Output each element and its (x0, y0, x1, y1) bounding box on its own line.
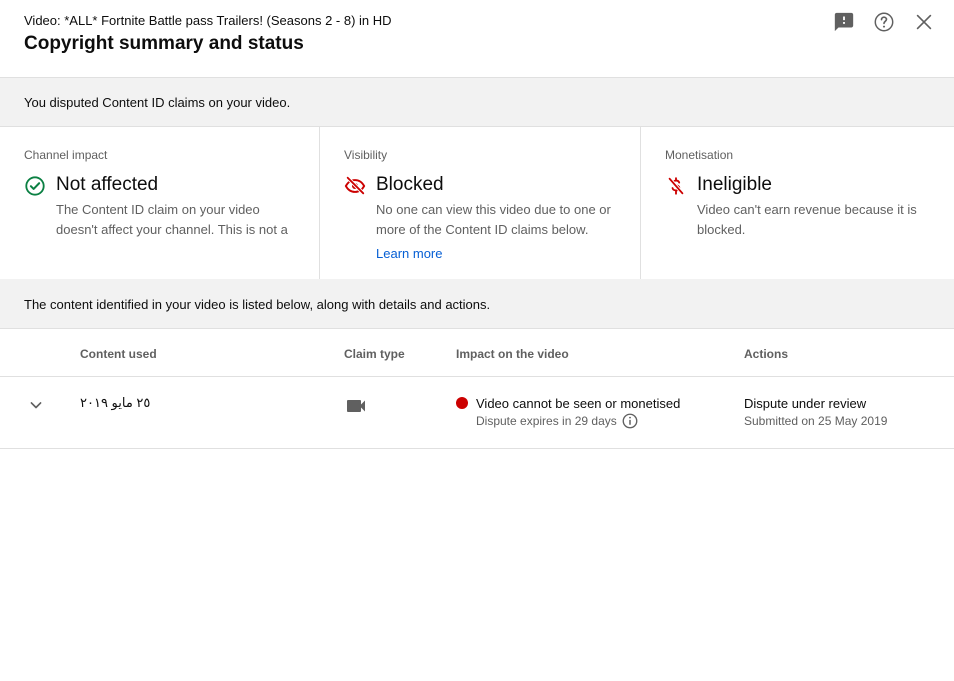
column-claim-type: Claim type (344, 347, 405, 361)
video-title: Video: *ALL* Fortnite Battle pass Traile… (24, 13, 392, 28)
impact-subtext: Dispute expires in 29 days (476, 414, 617, 428)
content-used-value: ٢٥ مايو ٢٠١٩ (80, 395, 151, 410)
dispute-banner: You disputed Content ID claims on your v… (0, 78, 954, 127)
card-label: Visibility (344, 148, 388, 162)
card-description: The Content ID claim on your video doesn… (56, 202, 288, 237)
impact-status-dot (456, 397, 468, 409)
dispute-banner-text: You disputed Content ID claims on your v… (24, 95, 291, 110)
card-description: No one can view this video due to one or… (376, 202, 611, 237)
content-banner-text: The content identified in your video is … (24, 297, 491, 312)
money-off-icon (665, 175, 687, 197)
column-actions: Actions (744, 347, 789, 361)
impact-text: Video cannot be seen or monetised (476, 396, 681, 411)
content-banner: The content identified in your video is … (0, 279, 954, 329)
feedback-icon[interactable] (833, 11, 855, 33)
action-status: Dispute under review (744, 396, 867, 411)
card-status: Blocked (376, 174, 444, 195)
check-circle-icon (24, 175, 46, 197)
card-status: Not affected (56, 174, 159, 195)
card-label: Channel impact (24, 148, 108, 162)
close-icon[interactable] (913, 11, 935, 33)
claims-table-header: Content used Claim type Impact on the vi… (0, 329, 954, 377)
card-visibility: Visibility Blocked No one can view this … (320, 127, 641, 279)
column-impact: Impact on the video (456, 347, 569, 361)
info-icon[interactable] (621, 412, 639, 430)
column-content-used: Content used (80, 347, 157, 361)
card-monetisation: Monetisation Ineligible Video can't earn… (641, 127, 954, 279)
card-channel-impact: Channel impact Not affected The Content … (0, 127, 320, 279)
card-status: Ineligible (697, 174, 772, 195)
card-description: Video can't earn revenue because it is b… (697, 202, 917, 237)
card-label: Monetisation (665, 148, 734, 162)
impact-cards: Channel impact Not affected The Content … (0, 127, 954, 279)
action-subtext: Submitted on 25 May 2019 (744, 414, 888, 428)
table-row: ٢٥ مايو ٢٠١٩ Video cannot be seen or mon… (0, 377, 954, 449)
eye-off-icon (344, 175, 366, 197)
learn-more-link[interactable]: Learn more (376, 246, 442, 261)
help-icon[interactable] (873, 11, 895, 33)
video-camera-icon (344, 394, 368, 418)
dialog-header: Video: *ALL* Fortnite Battle pass Traile… (0, 0, 954, 78)
dialog-title: Copyright summary and status (24, 33, 304, 54)
chevron-down-icon[interactable] (26, 395, 46, 415)
